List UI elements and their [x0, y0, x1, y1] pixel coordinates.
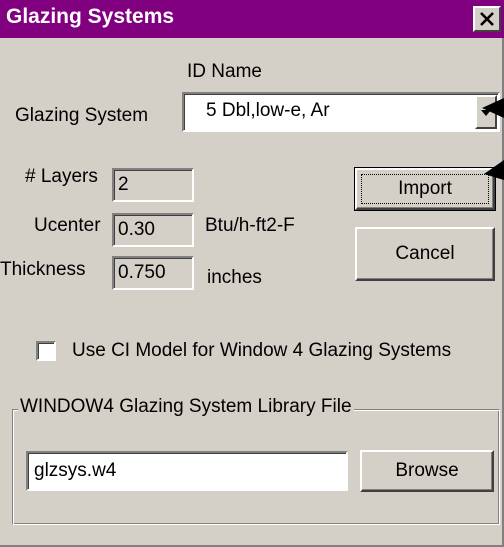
window-title: Glazing Systems — [6, 5, 175, 28]
browse-button-label: Browse — [395, 460, 459, 481]
library-file-input[interactable] — [26, 451, 348, 491]
layers-label: # Layers — [25, 166, 98, 187]
layers-field: 2 — [112, 168, 194, 202]
thickness-label: Thickness — [0, 259, 86, 280]
glazing-system-label: Glazing System — [15, 105, 149, 126]
close-button[interactable] — [473, 6, 501, 32]
pointer-arrow-icon — [484, 160, 504, 180]
glazing-system-dropdown[interactable]: 5 Dbl,low-e, Ar — [182, 92, 500, 132]
ucenter-unit: Btu/h-ft2-F — [205, 215, 295, 236]
close-icon — [479, 7, 495, 32]
ucenter-field: 0.30 — [112, 213, 194, 247]
title-bar[interactable]: Glazing Systems — [0, 0, 504, 38]
thickness-unit: inches — [207, 267, 262, 288]
glazing-systems-dialog: Glazing Systems ID Name Glazing System 5… — [0, 0, 504, 547]
thickness-field: 0.750 — [112, 256, 194, 290]
ucenter-label: Ucenter — [34, 215, 101, 236]
browse-button[interactable]: Browse — [360, 450, 494, 492]
pointer-arrow-icon — [482, 98, 504, 118]
import-button-label: Import — [398, 178, 452, 199]
cancel-button[interactable]: Cancel — [355, 227, 495, 281]
ci-model-label: Use CI Model for Window 4 Glazing System… — [72, 340, 452, 361]
library-file-group-label: WINDOW4 Glazing System Library File — [18, 396, 354, 418]
cancel-button-label: Cancel — [395, 243, 455, 264]
glazing-system-value: 5 Dbl,low-e, Ar — [206, 100, 330, 121]
id-name-header: ID Name — [187, 61, 262, 82]
ci-model-checkbox[interactable] — [36, 341, 56, 361]
